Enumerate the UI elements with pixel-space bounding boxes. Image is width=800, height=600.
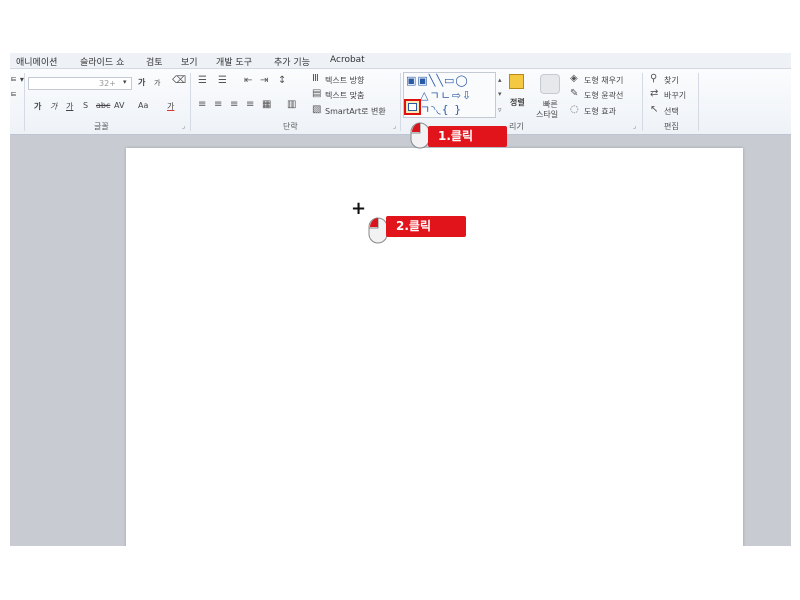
- gallery-scroll-down-icon[interactable]: ▾: [498, 89, 502, 99]
- justify-icon[interactable]: ≡: [246, 100, 254, 110]
- dialog-launcher-icon[interactable]: ⌟: [182, 122, 185, 130]
- replace-icon: ⇄: [650, 88, 659, 99]
- shape-effects-button[interactable]: 도형 효과: [584, 106, 616, 117]
- replace-button[interactable]: 바꾸기: [664, 90, 686, 101]
- clear-format-icon[interactable]: ⌫: [172, 76, 186, 86]
- step-1-label: 1.클릭: [438, 129, 473, 143]
- smartart-icon: ▧: [312, 104, 322, 115]
- align-text-icon: ▤: [312, 88, 322, 99]
- tab-animations[interactable]: 애니메이션: [16, 55, 57, 68]
- align-center-icon[interactable]: ≡: [214, 100, 222, 110]
- tab-developer[interactable]: 개발 도구: [216, 55, 252, 68]
- group-label-font: 글꼴: [94, 122, 109, 131]
- group-label-drawing: 리기: [509, 122, 524, 131]
- increase-indent-icon[interactable]: ⇥: [260, 76, 268, 86]
- align-right-icon[interactable]: ≡: [230, 100, 238, 110]
- shape-outline-button[interactable]: 도형 윤곽선: [584, 90, 623, 101]
- numbering-icon[interactable]: ☰: [218, 76, 227, 86]
- tab-acrobat[interactable]: Acrobat: [330, 55, 365, 65]
- arrange-button[interactable]: 정렬: [510, 97, 525, 108]
- tab-addins[interactable]: 추가 기능: [274, 55, 310, 68]
- step-2-callout: 2.클릭: [386, 216, 466, 237]
- find-button[interactable]: 찾기: [664, 75, 679, 86]
- step-1-callout: 1.클릭: [428, 126, 507, 147]
- stub-item-1[interactable]: ㅌ ▾: [10, 74, 24, 85]
- shrink-font-button[interactable]: 가: [154, 78, 160, 88]
- dialog-launcher-icon[interactable]: ⌟: [633, 122, 636, 130]
- strikethrough-button[interactable]: abc: [96, 101, 110, 110]
- mouse-icon: [410, 122, 430, 149]
- tab-review[interactable]: 검토: [146, 55, 163, 68]
- ribbon: ㅌ ▾ ㅌ 32+ ▾ 가 가 ⌫ 가 가 가 S abc AV Aa 가 글꼴…: [10, 69, 791, 135]
- group-divider: [642, 73, 643, 131]
- effects-icon: ◌: [570, 104, 579, 115]
- chevron-down-icon[interactable]: ▾: [123, 78, 127, 86]
- binoculars-icon: ⚲: [650, 73, 658, 84]
- rectangle-shape-tool-icon[interactable]: [404, 99, 421, 115]
- dialog-launcher-icon[interactable]: ⌟: [393, 122, 396, 130]
- quick-styles-icon: [540, 74, 560, 94]
- smartart-button[interactable]: SmartArt로 변환: [325, 106, 386, 117]
- align-text-button[interactable]: 텍스트 맞춤: [325, 90, 364, 101]
- font-size-value: 32+: [99, 79, 116, 88]
- group-label-paragraph: 단락: [283, 122, 298, 131]
- gallery-more-icon[interactable]: ▿: [498, 105, 502, 115]
- bullets-icon[interactable]: ☰: [198, 76, 207, 86]
- text-direction-icon: Ⅲ: [312, 73, 319, 84]
- group-divider: [24, 73, 25, 131]
- gallery-scroll-up-icon[interactable]: ▴: [498, 75, 502, 85]
- mouse-icon: [368, 217, 388, 244]
- slide-canvas[interactable]: [126, 148, 743, 546]
- shadow-button[interactable]: S: [83, 101, 88, 110]
- italic-button[interactable]: 가: [50, 101, 57, 112]
- shape-row-more[interactable]: ㄱ◝◟{ }: [420, 104, 462, 115]
- font-size-combo[interactable]: 32+ ▾: [28, 77, 132, 90]
- change-case-button[interactable]: Aa: [138, 101, 148, 110]
- shape-fill-button[interactable]: 도형 채우기: [584, 75, 623, 86]
- align-left-icon[interactable]: ≡: [198, 100, 206, 110]
- group-divider: [400, 73, 401, 131]
- group-divider: [698, 73, 699, 131]
- group-label-editing: 편집: [664, 122, 679, 131]
- ribbon-tab-bar: 애니메이션 슬라이드 쇼 검토 보기 개발 도구 추가 기능 Acrobat: [10, 53, 791, 69]
- select-button[interactable]: 선택: [664, 106, 679, 117]
- bold-button[interactable]: 가: [34, 101, 41, 112]
- char-spacing-button[interactable]: AV: [114, 101, 124, 110]
- columns-icon[interactable]: ▥: [287, 100, 296, 110]
- decrease-indent-icon[interactable]: ⇤: [244, 76, 252, 86]
- tab-slideshow[interactable]: 슬라이드 쇼: [80, 55, 124, 68]
- grow-font-button[interactable]: 가: [138, 77, 145, 88]
- paint-bucket-icon: ◈: [570, 73, 578, 84]
- group-divider: [190, 73, 191, 131]
- pen-icon: ✎: [570, 88, 579, 99]
- underline-button[interactable]: 가: [66, 101, 73, 112]
- distribute-icon[interactable]: ▦: [262, 100, 271, 110]
- arrange-icon: [509, 74, 524, 89]
- text-direction-button[interactable]: 텍스트 방향: [325, 75, 364, 86]
- crosshair-cursor-icon: +: [351, 198, 367, 219]
- tab-view[interactable]: 보기: [181, 55, 198, 68]
- step-2-label: 2.클릭: [396, 219, 431, 233]
- shape-row-basic[interactable]: △ㄱㄴ⇨⇩: [420, 90, 472, 101]
- select-arrow-icon: ↖: [650, 104, 659, 115]
- shape-row-lines[interactable]: ▣▣╲╲▭◯: [406, 75, 469, 86]
- powerpoint-window: 애니메이션 슬라이드 쇼 검토 보기 개발 도구 추가 기능 Acrobat ㅌ…: [10, 53, 791, 546]
- font-color-button[interactable]: 가: [167, 101, 174, 112]
- stub-item-2[interactable]: ㅌ: [10, 89, 17, 100]
- quick-styles-label-2[interactable]: 스타일: [536, 109, 558, 120]
- line-spacing-icon[interactable]: ↕: [278, 76, 286, 86]
